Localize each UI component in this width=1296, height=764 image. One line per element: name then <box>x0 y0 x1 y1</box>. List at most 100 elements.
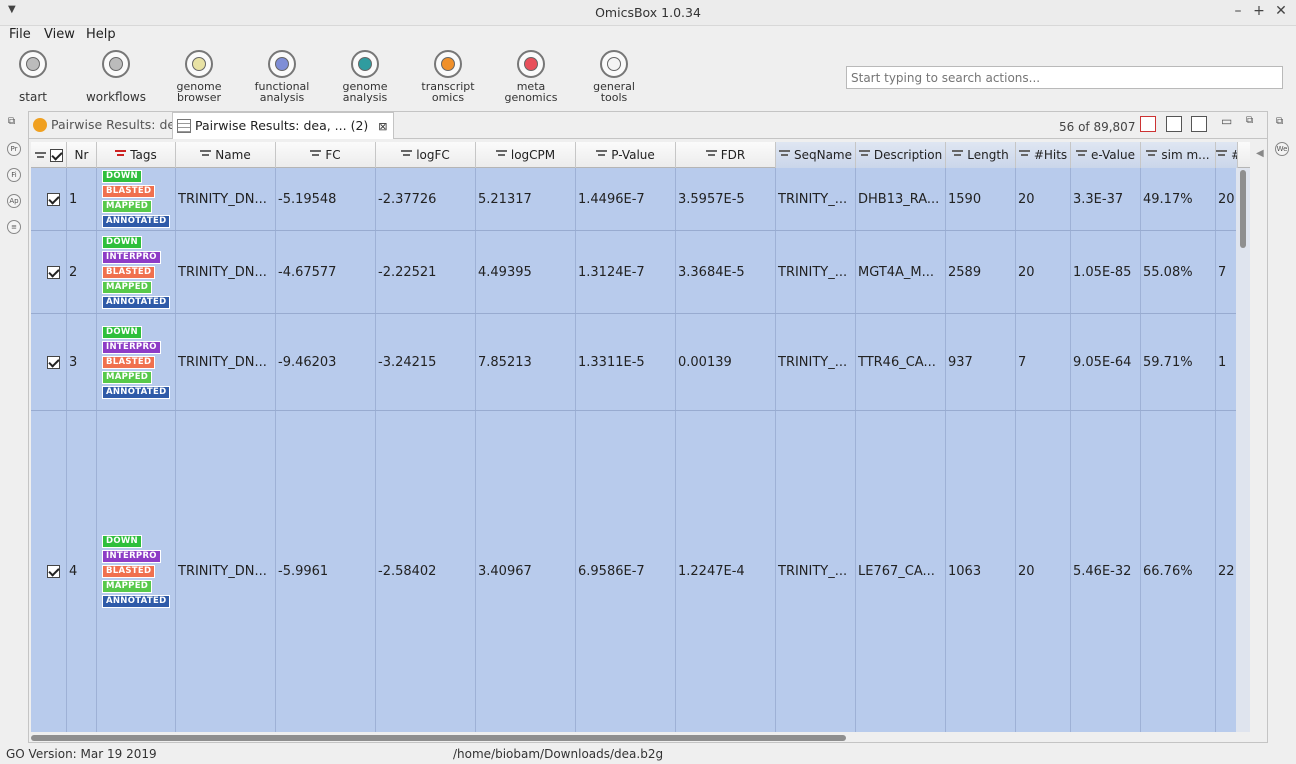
close-tab-icon[interactable]: ⊠ <box>378 120 387 133</box>
column-header-extra[interactable]: # <box>1216 142 1238 168</box>
column-header-label: sim m... <box>1161 148 1210 162</box>
cell-hits: 20 <box>1016 168 1071 230</box>
restore-icon[interactable]: ⧉ <box>8 116 15 127</box>
toolbar-label: genomics <box>504 91 558 104</box>
tag-list: DOWN BLASTED MAPPED ANNOTATED <box>99 169 171 229</box>
column-header-sim[interactable]: sim m... <box>1141 142 1216 168</box>
restore-icon[interactable]: ⧉ <box>1276 116 1283 127</box>
toolbar-functional-analysis-button[interactable]: functional analysis <box>247 50 317 103</box>
filter-icon[interactable] <box>1146 150 1158 158</box>
table-row[interactable]: 2 DOWN INTERPRO BLASTED MAPPED ANNOTATED TRINI… <box>31 231 1250 314</box>
filter-icon[interactable] <box>495 150 507 158</box>
column-header-nr[interactable]: Nr <box>67 142 97 168</box>
column-header-description[interactable]: Description <box>856 142 946 168</box>
list-view-icon[interactable]: ≡ <box>7 220 21 234</box>
menu-view[interactable]: View <box>44 27 75 42</box>
toolbar-workflows-button[interactable]: workflows <box>81 50 151 103</box>
maximize-icon[interactable]: + <box>1251 3 1267 19</box>
project-view-icon[interactable]: Pr <box>7 142 21 156</box>
column-header-label: Nr <box>74 148 89 162</box>
toolbar-label: omics <box>431 91 465 104</box>
search-actions-input[interactable] <box>846 66 1283 89</box>
maximize-panel-icon[interactable]: ⧉ <box>1246 115 1253 126</box>
row-checkbox[interactable] <box>47 565 60 578</box>
chart-icon[interactable] <box>1140 116 1156 132</box>
column-header-label: Length <box>967 148 1009 162</box>
close-icon[interactable]: ✕ <box>1273 3 1289 19</box>
menu-file[interactable]: File <box>9 27 31 42</box>
minimize-panel-icon[interactable]: ▭ <box>1221 114 1232 128</box>
column-header-fc[interactable]: FC <box>276 142 376 168</box>
horizontal-scrollbar[interactable] <box>31 734 1250 742</box>
icon-dot <box>109 57 123 71</box>
toolbar-transcriptomics-button[interactable]: transcript omics <box>413 50 483 103</box>
row-checkbox[interactable] <box>47 192 60 206</box>
cell-description: MGT4A_M... <box>856 231 946 313</box>
cell-name: TRINITY_DN... <box>176 231 276 313</box>
column-header-length[interactable]: Length <box>946 142 1016 168</box>
column-header-select-all[interactable] <box>31 142 67 168</box>
column-header-logfc[interactable]: logFC <box>376 142 476 168</box>
table-row[interactable]: 1 DOWN BLASTED MAPPED ANNOTATED TRINITY_DN...… <box>31 168 1250 231</box>
cell-evalue: 5.46E-32 <box>1071 411 1141 732</box>
column-header-name[interactable]: Name <box>176 142 276 168</box>
column-header-fdr[interactable]: FDR <box>676 142 776 168</box>
toolbar-general-tools-button[interactable]: general tools <box>579 50 649 103</box>
column-header-tags[interactable]: Tags <box>97 142 176 168</box>
functional-analysis-icon <box>268 50 296 78</box>
row-checkbox[interactable] <box>47 265 60 279</box>
toolbar-metagenomics-button[interactable]: meta genomics <box>496 50 566 103</box>
vertical-scroll-thumb[interactable] <box>1240 170 1246 248</box>
toolbar-genome-browser-button[interactable]: genome browser <box>164 50 234 103</box>
column-header-logcpm[interactable]: logCPM <box>476 142 576 168</box>
application-view-icon[interactable]: Ap <box>7 194 21 208</box>
column-header-pvalue[interactable]: P-Value <box>576 142 676 168</box>
select-all-checkbox[interactable] <box>49 149 63 162</box>
tag-annotated: ANNOTATED <box>102 215 171 228</box>
tab-pairwise-results-dea[interactable]: Pairwise Results: dea <box>29 112 189 138</box>
tab-pairwise-results-dea-2[interactable]: Pairwise Results: dea, ... (2) ⊠ <box>172 112 395 139</box>
tag-mapped: MAPPED <box>102 280 153 294</box>
file-view-icon[interactable]: Fi <box>7 168 21 182</box>
row-select-cell[interactable] <box>31 411 67 732</box>
toolbar-start-button[interactable]: start <box>0 50 68 103</box>
filter-icon[interactable] <box>778 150 790 158</box>
horizontal-scroll-thumb[interactable] <box>31 735 846 741</box>
table-row[interactable]: 4 DOWN INTERPRO BLASTED MAPPED ANNOTATED TRINI… <box>31 411 1250 732</box>
cell-extra: 20 <box>1216 168 1238 230</box>
save-icon[interactable] <box>1166 116 1182 132</box>
filter-icon[interactable] <box>401 150 413 158</box>
toolbar-genome-analysis-button[interactable]: genome analysis <box>330 50 400 103</box>
column-header-seqname[interactable]: SeqName <box>776 142 856 168</box>
column-header-hits[interactable]: #Hits <box>1016 142 1071 168</box>
filter-icon[interactable] <box>952 150 964 158</box>
filter-icon[interactable] <box>310 150 322 158</box>
vertical-scrollbar[interactable] <box>1236 168 1250 732</box>
cell-logfc: -2.37726 <box>376 168 476 230</box>
filter-icon[interactable] <box>1216 150 1227 158</box>
save-as-icon[interactable] <box>1191 116 1207 132</box>
filter-icon[interactable] <box>1018 150 1030 158</box>
workflows-icon <box>102 50 130 78</box>
tag-interpro: INTERPRO <box>102 340 161 354</box>
row-checkbox[interactable] <box>47 355 60 369</box>
filter-icon[interactable] <box>596 150 608 158</box>
row-select-cell[interactable] <box>31 231 67 313</box>
filter-icon[interactable] <box>34 152 46 160</box>
web-view-icon[interactable]: We <box>1275 142 1289 156</box>
filter-icon[interactable] <box>1076 150 1088 158</box>
left-side-strip: ⧉ Pr Fi Ap ≡ <box>0 110 28 740</box>
table-row[interactable]: 3 DOWN INTERPRO BLASTED MAPPED ANNOTATED TRINI… <box>31 314 1250 411</box>
menu-help[interactable]: Help <box>86 27 116 42</box>
icon-dot <box>192 57 206 71</box>
filter-icon[interactable] <box>858 150 870 158</box>
filter-icon[interactable] <box>705 150 717 158</box>
filter-icon[interactable] <box>115 150 127 158</box>
collapse-panel-icon[interactable]: ◀ <box>1256 148 1264 159</box>
cell-name: TRINITY_DN... <box>176 411 276 732</box>
column-header-evalue[interactable]: e-Value <box>1071 142 1141 168</box>
filter-icon[interactable] <box>200 150 212 158</box>
minimize-icon[interactable]: – <box>1230 3 1246 19</box>
row-select-cell[interactable] <box>31 314 67 410</box>
row-select-cell[interactable] <box>31 168 67 230</box>
